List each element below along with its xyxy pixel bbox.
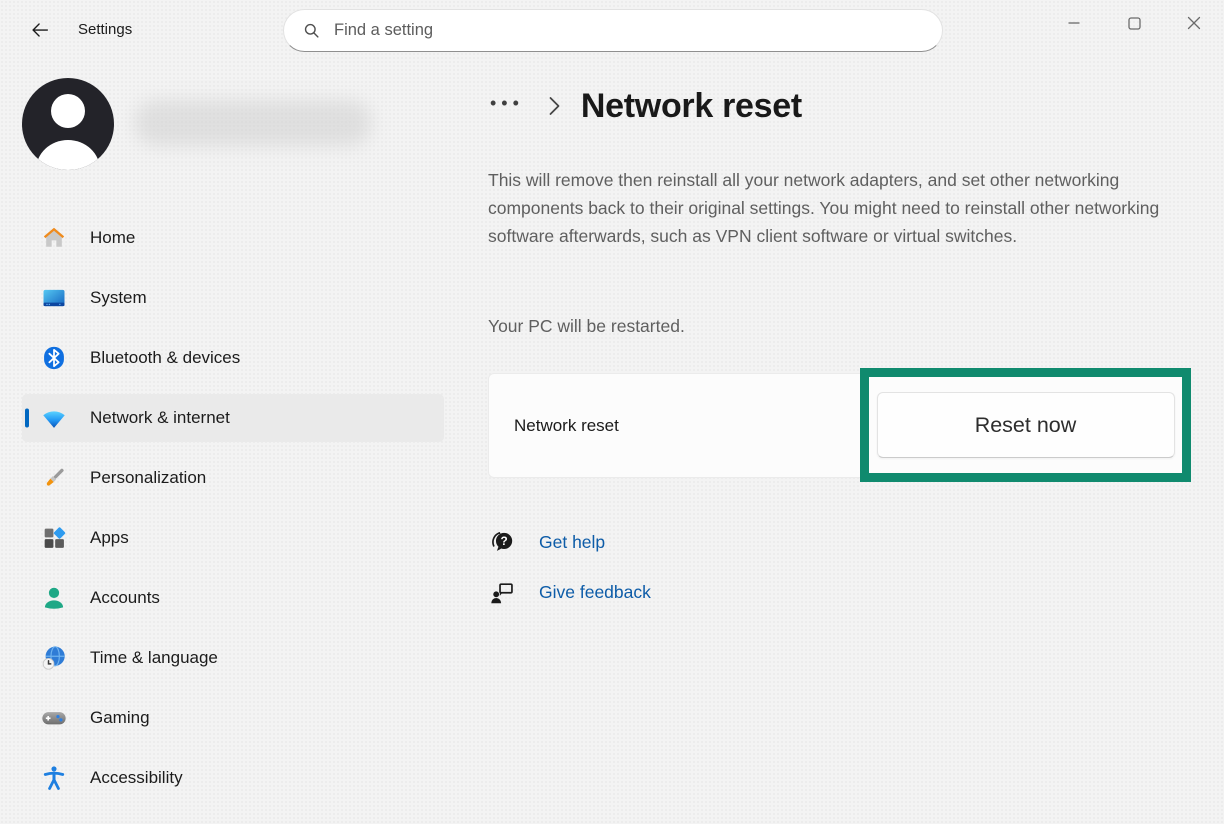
give-feedback-label: Give feedback bbox=[539, 582, 651, 603]
avatar bbox=[22, 78, 114, 170]
sidebar-item-label: Personalization bbox=[90, 468, 206, 488]
sidebar-item-label: Time & language bbox=[90, 648, 218, 668]
back-button[interactable] bbox=[22, 14, 58, 46]
network-reset-label: Network reset bbox=[514, 416, 619, 436]
get-help-link[interactable]: ? Get help bbox=[488, 528, 605, 556]
sidebar-item-accounts[interactable]: Accounts bbox=[22, 574, 444, 622]
svg-text:?: ? bbox=[500, 534, 507, 548]
sidebar-item-label: Home bbox=[90, 228, 135, 248]
sidebar-item-apps[interactable]: Apps bbox=[22, 514, 444, 562]
sidebar-item-label: Gaming bbox=[90, 708, 150, 728]
user-name-redacted bbox=[134, 100, 372, 146]
minimize-icon bbox=[1068, 17, 1080, 29]
sidebar-item-label: Bluetooth & devices bbox=[90, 348, 240, 368]
annotation-highlight-box: Reset now bbox=[860, 368, 1191, 482]
sidebar-item-gaming[interactable]: Gaming bbox=[22, 694, 444, 742]
settings-window: Settings bbox=[0, 0, 1224, 824]
apps-icon bbox=[40, 524, 68, 552]
search-box[interactable] bbox=[283, 9, 943, 52]
user-card[interactable] bbox=[22, 78, 422, 170]
reset-now-button[interactable]: Reset now bbox=[877, 392, 1175, 458]
breadcrumb: ••• Network reset bbox=[488, 82, 802, 130]
sidebar-item-time-language[interactable]: Time & language bbox=[22, 634, 444, 682]
close-icon bbox=[1187, 16, 1201, 30]
sidebar-item-system[interactable]: System bbox=[22, 274, 444, 322]
back-arrow-icon bbox=[29, 19, 51, 41]
restart-note: Your PC will be restarted. bbox=[488, 316, 685, 337]
sidebar-item-network-internet[interactable]: Network & internet bbox=[22, 394, 444, 442]
system-icon bbox=[40, 284, 68, 312]
breadcrumb-ellipsis-button[interactable]: ••• bbox=[488, 94, 526, 118]
give-feedback-icon bbox=[488, 578, 516, 606]
give-feedback-link[interactable]: Give feedback bbox=[488, 578, 651, 606]
search-icon bbox=[302, 21, 321, 40]
page-title: Network reset bbox=[581, 87, 802, 126]
sidebar-item-accessibility[interactable]: Accessibility bbox=[22, 754, 444, 802]
sidebar-item-label: Accessibility bbox=[90, 768, 183, 788]
minimize-button[interactable] bbox=[1044, 0, 1104, 46]
sidebar-item-label: System bbox=[90, 288, 147, 308]
gaming-icon bbox=[40, 704, 68, 732]
sidebar-item-personalization[interactable]: Personalization bbox=[22, 454, 444, 502]
search-input[interactable] bbox=[334, 21, 924, 40]
maximize-icon bbox=[1128, 17, 1141, 30]
time-language-icon bbox=[40, 644, 68, 672]
accounts-icon bbox=[40, 584, 68, 612]
sidebar-item-home[interactable]: Home bbox=[22, 214, 444, 262]
page-description: This will remove then reinstall all your… bbox=[488, 166, 1194, 250]
bluetooth-icon bbox=[40, 344, 68, 372]
accessibility-icon bbox=[40, 764, 68, 792]
sidebar-item-label: Apps bbox=[90, 528, 129, 548]
breadcrumb-chevron-icon bbox=[548, 95, 561, 117]
sidebar-nav: Home System Bluetooth & bbox=[22, 214, 444, 814]
get-help-label: Get help bbox=[539, 532, 605, 553]
personalization-icon bbox=[40, 464, 68, 492]
close-button[interactable] bbox=[1164, 0, 1224, 46]
sidebar-item-label: Accounts bbox=[90, 588, 160, 608]
maximize-button[interactable] bbox=[1104, 0, 1164, 46]
network-icon bbox=[40, 404, 68, 432]
home-icon bbox=[40, 224, 68, 252]
get-help-icon: ? bbox=[488, 528, 516, 556]
window-controls bbox=[1044, 0, 1224, 46]
app-title: Settings bbox=[78, 21, 132, 38]
sidebar-item-label: Network & internet bbox=[90, 408, 230, 428]
sidebar-item-bluetooth-devices[interactable]: Bluetooth & devices bbox=[22, 334, 444, 382]
